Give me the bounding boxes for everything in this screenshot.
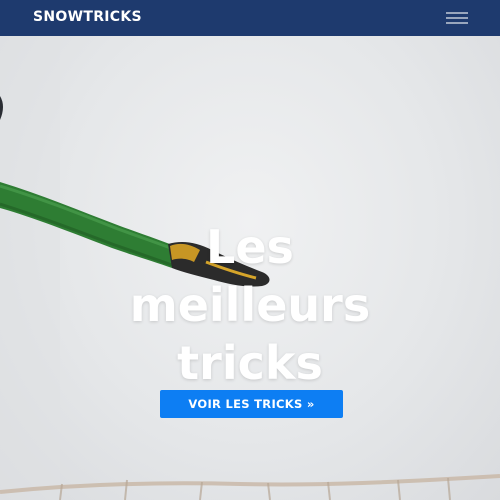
view-tricks-button[interactable]: VOIR LES TRICKS »	[160, 390, 343, 418]
hero-title-line: Les	[206, 220, 294, 274]
hero-section: Les meilleurs tricks VOIR LES TRICKS »	[0, 36, 500, 500]
hamburger-menu-icon[interactable]	[444, 10, 472, 26]
hero-title-line: meilleurs	[129, 278, 371, 332]
page: SNOWTRICKS Les meilleurs tricks VOIR LES…	[0, 0, 500, 500]
navbar: SNOWTRICKS	[0, 0, 500, 36]
brand-logo[interactable]: SNOWTRICKS	[33, 8, 142, 26]
hero-title: Les meilleurs tricks	[0, 218, 500, 392]
hero-title-line: tricks	[177, 336, 323, 390]
